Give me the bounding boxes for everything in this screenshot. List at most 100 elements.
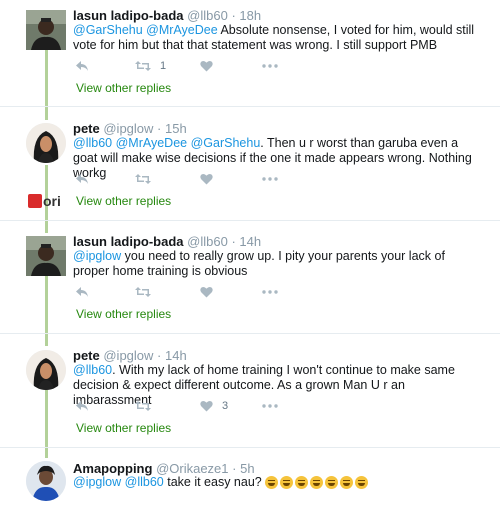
- view-other-replies-link[interactable]: View other replies: [76, 194, 171, 208]
- retweet-icon: [135, 174, 151, 184]
- laughing-emoji-icon: [295, 476, 309, 489]
- reply-icon: [76, 61, 88, 71]
- reply-button[interactable]: [75, 171, 89, 187]
- reply-icon: [76, 401, 88, 411]
- heart-icon: [200, 173, 213, 185]
- mention-link[interactable]: @GarShehu: [191, 136, 261, 150]
- view-other-replies-link[interactable]: View other replies: [76, 81, 171, 95]
- avatar[interactable]: [26, 461, 66, 501]
- mention-link[interactable]: @MrAyeDee: [116, 136, 188, 150]
- laughing-emoji-icon: [280, 476, 294, 489]
- retweet-button[interactable]: [135, 171, 151, 187]
- reply-button[interactable]: [75, 58, 89, 74]
- like-count: 3: [222, 400, 229, 412]
- retweet-count: 1: [160, 60, 167, 72]
- username[interactable]: @Orikaeze1: [156, 461, 228, 476]
- retweet-icon: [135, 401, 151, 411]
- more-icon: [262, 64, 278, 68]
- like-button[interactable]: [200, 171, 213, 187]
- mention-link[interactable]: @llb60: [73, 136, 112, 150]
- timestamp[interactable]: 5h: [240, 461, 254, 476]
- display-name[interactable]: pete: [73, 121, 100, 136]
- divider: [0, 220, 500, 221]
- more-button[interactable]: [262, 284, 278, 300]
- like-button[interactable]: 3: [200, 398, 228, 414]
- divider: [0, 333, 500, 334]
- tweet-actions: [73, 284, 373, 300]
- tweet: lasun ladipo-bada @llb60 · 14h @ipglow y…: [0, 226, 500, 341]
- like-button[interactable]: [200, 58, 213, 74]
- username[interactable]: @ipglow: [103, 348, 153, 363]
- display-name[interactable]: pete: [73, 348, 100, 363]
- more-button[interactable]: [262, 171, 278, 187]
- separator: ·: [231, 234, 236, 249]
- laughing-emoji-icon: [355, 476, 369, 489]
- display-name[interactable]: lasun ladipo-bada: [73, 234, 184, 249]
- retweet-button[interactable]: [135, 284, 151, 300]
- retweet-icon: [135, 287, 151, 297]
- tweet-header: lasun ladipo-bada @llb60 · 14h: [73, 234, 261, 249]
- tweet: lasun ladipo-bada @llb60 · 18h @GarShehu…: [0, 0, 500, 115]
- tweet-header: pete @ipglow · 14h: [73, 348, 187, 363]
- timestamp[interactable]: 14h: [239, 234, 261, 249]
- username[interactable]: @llb60: [187, 234, 228, 249]
- reply-icon: [76, 174, 88, 184]
- laughing-emoji-icon: [340, 476, 354, 489]
- tweet-text: @GarShehu @MrAyeDee Absolute nonsense, I…: [73, 23, 483, 53]
- separator: ·: [232, 461, 237, 476]
- laughing-emoji-icon: [265, 476, 279, 489]
- tweet-header: lasun ladipo-bada @llb60 · 18h: [73, 8, 261, 23]
- tweet: Amapopping @Orikaeze1 · 5h @ipglow @llb6…: [0, 453, 500, 517]
- mention-link[interactable]: @MrAyeDee: [146, 23, 218, 37]
- avatar[interactable]: [26, 236, 66, 276]
- more-icon: [262, 177, 278, 181]
- more-button[interactable]: [262, 398, 278, 414]
- avatar[interactable]: [26, 350, 66, 390]
- tweet-actions: 3: [73, 398, 373, 414]
- heart-icon: [200, 400, 213, 412]
- heart-icon: [200, 60, 213, 72]
- view-other-replies-link[interactable]: View other replies: [76, 421, 171, 435]
- username[interactable]: @llb60: [187, 8, 228, 23]
- laughing-emoji-icon: [310, 476, 324, 489]
- tweet-text: @ipglow you need to really grow up. I pi…: [73, 249, 483, 279]
- tweet: pete @ipglow · 15h @llb60 @MrAyeDee @Gar…: [0, 113, 500, 228]
- display-name[interactable]: Amapopping: [73, 461, 152, 476]
- tweet-header: Amapopping @Orikaeze1 · 5h: [73, 461, 255, 476]
- more-icon: [262, 404, 278, 408]
- view-other-replies-link[interactable]: View other replies: [76, 307, 171, 321]
- more-icon: [262, 290, 278, 294]
- retweet-icon: [135, 61, 151, 71]
- retweet-button[interactable]: 1: [135, 58, 166, 74]
- avatar[interactable]: [26, 123, 66, 163]
- tweet-body: take it easy nau?: [167, 475, 262, 489]
- tweet: pete @ipglow · 14h @llb60. With my lack …: [0, 340, 500, 455]
- heart-icon: [200, 286, 213, 298]
- emoji-row: [265, 476, 369, 489]
- like-button[interactable]: [200, 284, 213, 300]
- divider: [0, 106, 500, 107]
- separator: ·: [231, 8, 236, 23]
- more-button[interactable]: [262, 58, 278, 74]
- mention-link[interactable]: @ipglow: [73, 475, 121, 489]
- reply-button[interactable]: [75, 284, 89, 300]
- divider: [0, 447, 500, 448]
- mention-link[interactable]: @GarShehu: [73, 23, 143, 37]
- mention-link[interactable]: @llb60: [73, 363, 112, 377]
- mention-link[interactable]: @ipglow: [73, 249, 121, 263]
- tweet-text: @ipglow @llb60 take it easy nau?: [73, 475, 483, 490]
- reply-button[interactable]: [75, 398, 89, 414]
- username[interactable]: @ipglow: [103, 121, 153, 136]
- avatar[interactable]: [26, 10, 66, 50]
- retweet-button[interactable]: [135, 398, 151, 414]
- display-name[interactable]: lasun ladipo-bada: [73, 8, 184, 23]
- timestamp[interactable]: 18h: [239, 8, 261, 23]
- mention-link[interactable]: @llb60: [125, 475, 164, 489]
- separator: ·: [157, 121, 162, 136]
- laughing-emoji-icon: [325, 476, 339, 489]
- watermark-logo: ori: [28, 192, 68, 210]
- tweet-actions: 1: [73, 58, 373, 74]
- timestamp[interactable]: 15h: [165, 121, 187, 136]
- timestamp[interactable]: 14h: [165, 348, 187, 363]
- tweet-actions: [73, 171, 373, 187]
